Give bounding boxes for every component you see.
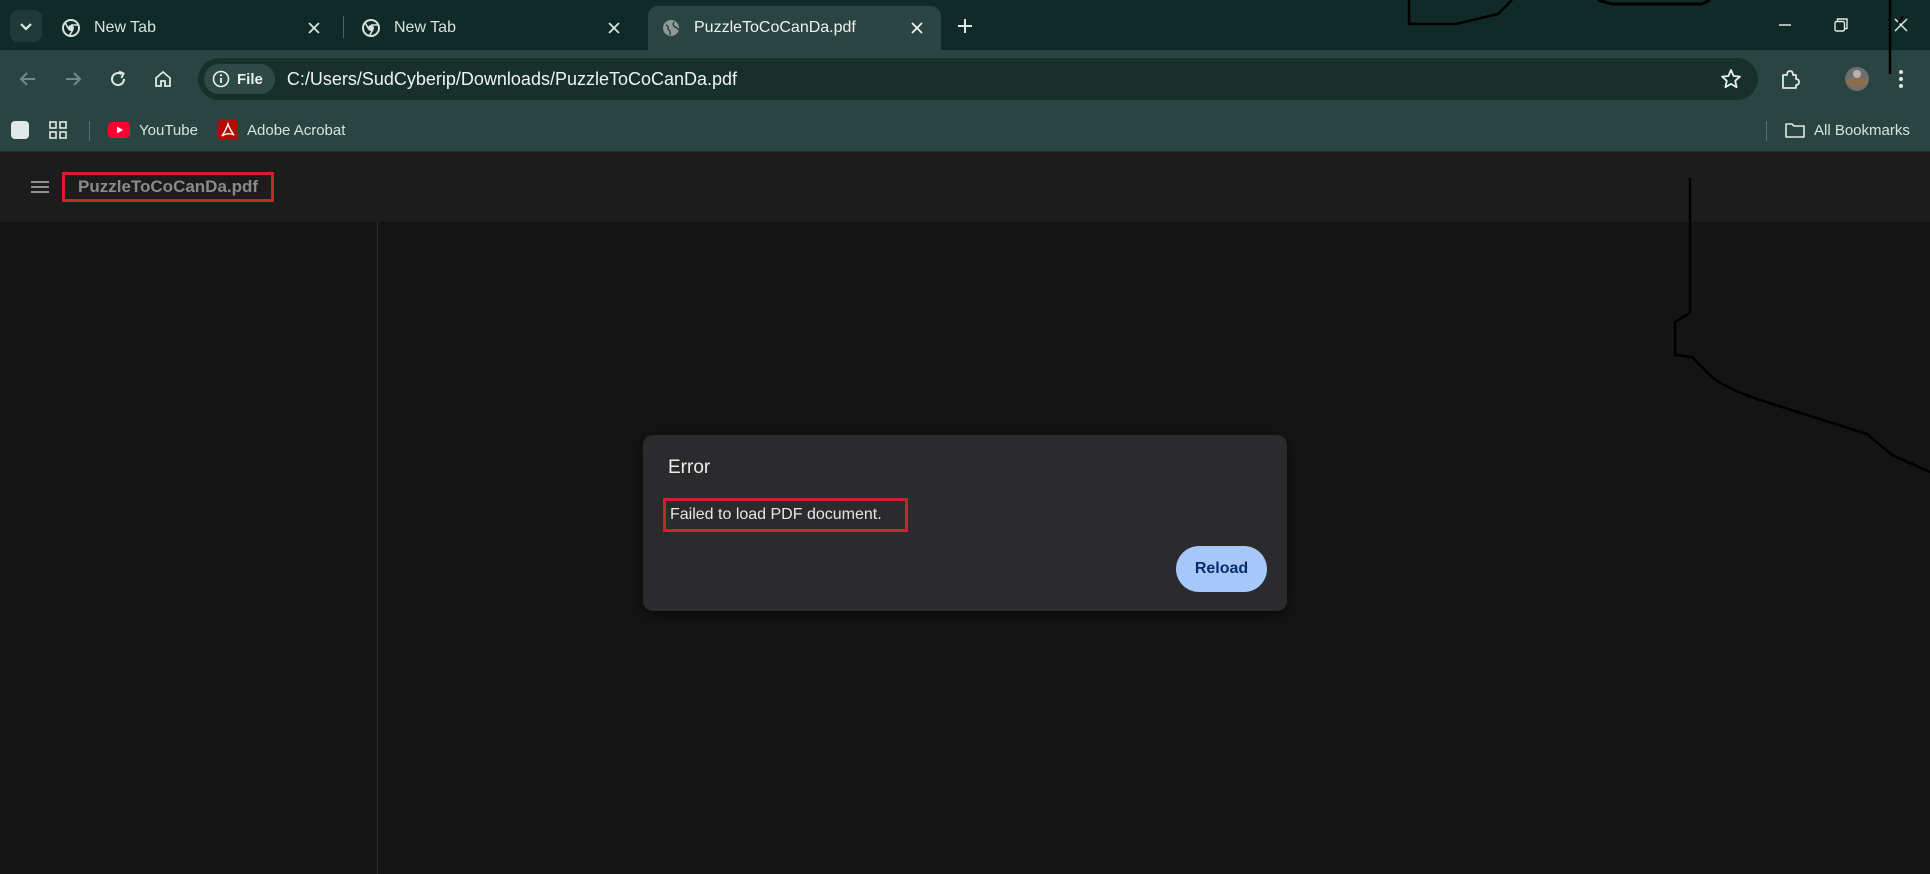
tab-title: New Tab [94, 19, 156, 36]
bookmark-youtube[interactable]: YouTube [108, 118, 198, 142]
error-dialog: Error Failed to load PDF document. Reloa… [643, 435, 1287, 611]
acrobat-icon [218, 120, 238, 140]
all-bookmarks-label: All Bookmarks [1814, 121, 1910, 139]
address-bar[interactable]: File C:/Users/SudCyberip/Downloads/Puzzl… [198, 58, 1758, 100]
apps-grid-icon [49, 121, 67, 139]
new-tab-button[interactable] [950, 12, 980, 40]
home-icon [155, 70, 171, 87]
tab-strip: New Tab New Tab PuzzleToCoCanDa.pdf [0, 0, 1930, 50]
tab-new-tab-1[interactable]: New Tab [48, 6, 338, 50]
sidebar-divider [377, 222, 378, 874]
bookmarks-bar: YouTube Adobe Acrobat All Bookmarks [0, 108, 1930, 152]
tab-search-button[interactable] [10, 10, 42, 42]
square-icon [11, 121, 29, 139]
youtube-icon [108, 122, 130, 138]
chrome-icon [62, 19, 80, 37]
chrome-icon [362, 19, 380, 37]
tab-divider [343, 16, 344, 38]
bookmark-label: YouTube [139, 121, 198, 139]
puzzle-icon [1782, 70, 1800, 89]
reload-page-button[interactable] [101, 62, 135, 96]
info-icon [212, 70, 230, 88]
close-tab-icon[interactable] [907, 18, 927, 38]
restore-icon [1834, 18, 1848, 32]
folder-icon [1785, 123, 1805, 138]
profile-avatar[interactable] [1840, 62, 1874, 96]
avatar-icon [1845, 67, 1869, 91]
close-tab-icon[interactable] [304, 18, 324, 38]
restore-button[interactable] [1816, 8, 1866, 42]
bookmark-adobe-acrobat[interactable]: Adobe Acrobat [218, 118, 345, 142]
minimize-button[interactable] [1760, 8, 1810, 42]
close-window-button[interactable] [1876, 8, 1926, 42]
refresh-icon [111, 70, 126, 87]
extensions-button[interactable] [1773, 62, 1807, 96]
plus-icon [958, 19, 972, 33]
url-text[interactable]: C:/Users/SudCyberip/Downloads/PuzzleToCo… [287, 69, 737, 90]
document-title: PuzzleToCoCanDa.pdf [62, 172, 275, 202]
pdf-viewer-toolbar: PuzzleToCoCanDa.pdf [0, 152, 1930, 222]
arrow-left-icon [19, 72, 35, 86]
all-bookmarks-button[interactable]: All Bookmarks [1785, 118, 1910, 142]
tab-title: PuzzleToCoCanDa.pdf [694, 19, 856, 36]
browser-toolbar: File C:/Users/SudCyberip/Downloads/Puzzl… [0, 50, 1930, 108]
site-info-chip[interactable]: File [204, 64, 275, 94]
home-button[interactable] [146, 62, 180, 96]
tab-pdf[interactable]: PuzzleToCoCanDa.pdf [648, 6, 941, 50]
tab-title: New Tab [394, 19, 456, 36]
chevron-down-icon [20, 23, 32, 31]
close-tab-icon[interactable] [604, 18, 624, 38]
globe-icon [663, 20, 679, 36]
chip-label: File [237, 70, 263, 88]
more-vert-icon [1899, 70, 1903, 88]
tab-new-tab-2[interactable]: New Tab [348, 6, 638, 50]
bookmark-star-icon[interactable] [1720, 68, 1742, 90]
forward-button[interactable] [56, 62, 90, 96]
apps-button[interactable] [48, 118, 68, 142]
hamburger-menu-icon[interactable] [28, 176, 52, 198]
tab-groups-button[interactable] [10, 118, 30, 142]
browser-menu-button[interactable] [1884, 62, 1918, 96]
bookmark-divider [1766, 121, 1767, 141]
bookmark-label: Adobe Acrobat [247, 121, 346, 139]
back-button[interactable] [11, 62, 45, 96]
dialog-title: Error [668, 457, 711, 478]
close-icon [1894, 18, 1908, 32]
arrow-right-icon [66, 72, 82, 86]
reload-button[interactable]: Reload [1176, 546, 1267, 592]
minimize-icon [1779, 24, 1791, 26]
bookmark-divider [89, 121, 90, 141]
dialog-message: Failed to load PDF document. [663, 498, 908, 532]
